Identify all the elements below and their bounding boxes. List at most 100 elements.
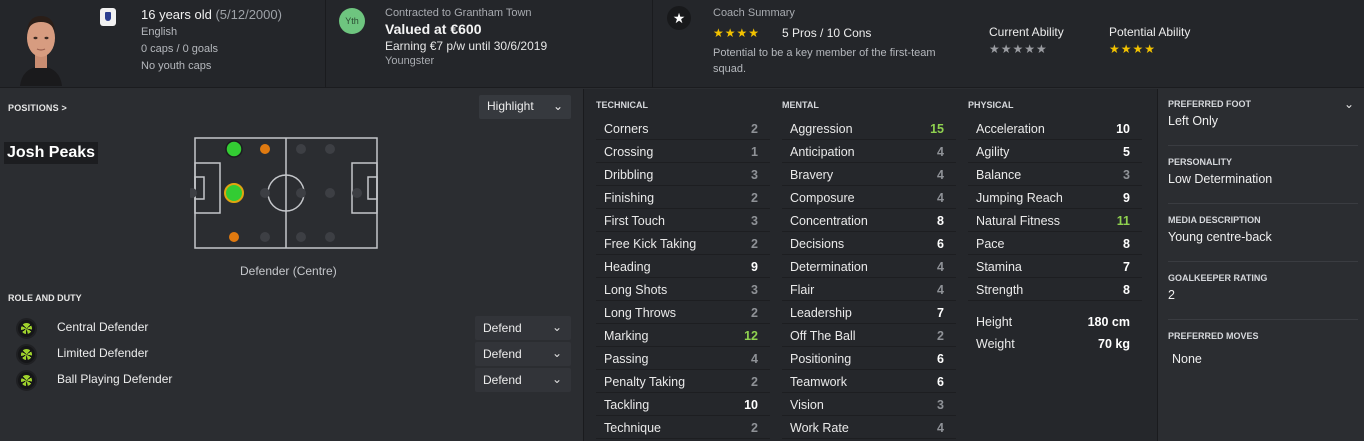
attribute-row[interactable]: Stamina 7	[968, 255, 1142, 278]
attribute-row[interactable]: Teamwork 6	[782, 370, 956, 393]
potential-ability: Potential Ability ★★★★	[1109, 25, 1190, 56]
highlight-label: Highlight	[487, 99, 534, 113]
attribute-name: Corners	[604, 122, 649, 136]
attribute-name: Flair	[790, 283, 815, 297]
attribute-row[interactable]: Balance 3	[968, 163, 1142, 186]
media-description-block: MEDIA DESCRIPTION Young centre-back	[1168, 215, 1358, 244]
duty-dropdown[interactable]: Defend ⌄	[475, 368, 571, 392]
attribute-value: 3	[751, 214, 758, 228]
attribute-name: Balance	[976, 168, 1022, 182]
attribute-row[interactable]: Corners 2	[596, 117, 770, 140]
attribute-value: 3	[937, 398, 944, 412]
role-row[interactable]: Limited Defender Defend ⌄	[0, 342, 582, 366]
current-ability-label: Current Ability	[989, 25, 1064, 39]
attribute-row[interactable]: First Touch 3	[596, 209, 770, 232]
personality-title: PERSONALITY	[1168, 157, 1233, 167]
attribute-name: Agility	[976, 145, 1010, 159]
attribute-row[interactable]: Finishing 2	[596, 186, 770, 209]
attribute-row[interactable]: Leadership 7	[782, 301, 956, 324]
attribute-name: Teamwork	[790, 375, 847, 389]
duty-dropdown[interactable]: Defend ⌄	[475, 342, 571, 366]
duty-dropdown[interactable]: Defend ⌄	[475, 316, 571, 340]
attribute-row[interactable]: Flair 4	[782, 278, 956, 301]
attribute-name: Leadership	[790, 306, 852, 320]
attribute-name: Composure	[790, 191, 855, 205]
potential-ability-stars-icon: ★★★★	[1109, 42, 1157, 56]
attribute-value: 6	[937, 237, 944, 251]
attribute-row[interactable]: Strength 8	[968, 278, 1142, 301]
coach-summary[interactable]: Coach Summary ★★★★ 5 Pros / 10 Cons Pote…	[713, 7, 953, 77]
attribute-row[interactable]: Long Throws 2	[596, 301, 770, 324]
attribute-row[interactable]: Tackling 10	[596, 393, 770, 416]
attribute-row[interactable]: Work Rate 4	[782, 416, 956, 439]
attribute-value: 6	[937, 375, 944, 389]
preferred-foot-block: PREFERRED FOOT Left Only	[1168, 99, 1358, 128]
attribute-row[interactable]: Long Shots 3	[596, 278, 770, 301]
role-name: Ball Playing Defender	[57, 372, 173, 386]
height-label: Height	[976, 315, 1013, 329]
attribute-row[interactable]: Positioning 6	[782, 347, 956, 370]
attribute-name: Marking	[604, 329, 649, 343]
current-ability-stars-icon: ★★★★★	[989, 42, 1048, 56]
attribute-name: Pace	[976, 237, 1005, 251]
preferred-foot-title: PREFERRED FOOT	[1168, 99, 1252, 109]
player-youth-caps: No youth caps	[141, 60, 212, 72]
attribute-value: 12	[744, 329, 758, 343]
attribute-row[interactable]: Determination 4	[782, 255, 956, 278]
attribute-row[interactable]: Agility 5	[968, 140, 1142, 163]
attribute-row[interactable]: Penalty Taking 2	[596, 370, 770, 393]
attribute-row[interactable]: Marking 12	[596, 324, 770, 347]
attribute-row[interactable]: Decisions 6	[782, 232, 956, 255]
attributes-panel: TECHNICAL Corners 2 Crossing 1 Dribbling 3 Fin…	[583, 89, 1157, 441]
chevron-down-icon: ⌄	[551, 346, 562, 360]
contract-club[interactable]: Contracted to Grantham Town	[385, 7, 547, 19]
highlight-dropdown[interactable]: Highlight ⌄	[479, 95, 571, 119]
weight-row: Weight 70 kg	[968, 332, 1142, 355]
goalkeeper-rating-title: GOALKEEPER RATING	[1168, 273, 1268, 283]
attribute-row[interactable]: Off The Ball 2	[782, 324, 956, 347]
attribute-name: Finishing	[604, 191, 655, 205]
preferred-moves-block: PREFERRED MOVES None	[1168, 331, 1358, 366]
attribute-row[interactable]: Concentration 8	[782, 209, 956, 232]
role-rating-icon	[16, 318, 37, 339]
attribute-name: Penalty Taking	[604, 375, 686, 389]
attribute-row[interactable]: Heading 9	[596, 255, 770, 278]
pros-cons: 5 Pros / 10 Cons	[782, 26, 872, 40]
role-name: Limited Defender	[57, 346, 149, 360]
attribute-row[interactable]: Dribbling 3	[596, 163, 770, 186]
attribute-row[interactable]: Bravery 4	[782, 163, 956, 186]
attribute-row[interactable]: Natural Fitness 11	[968, 209, 1142, 232]
attribute-row[interactable]: Jumping Reach 9	[968, 186, 1142, 209]
attribute-row[interactable]: Vision 3	[782, 393, 956, 416]
attribute-row[interactable]: Pace 8	[968, 232, 1142, 255]
attribute-value: 4	[937, 421, 944, 435]
attribute-name: Dribbling	[604, 168, 654, 182]
attribute-name: Jumping Reach	[976, 191, 1063, 205]
attribute-row[interactable]: Technique 2	[596, 416, 770, 439]
player-dob: (5/12/2000)	[215, 7, 282, 22]
attribute-row[interactable]: Acceleration 10	[968, 117, 1142, 140]
attribute-row[interactable]: Free Kick Taking 2	[596, 232, 770, 255]
attribute-value: 7	[1123, 260, 1130, 274]
role-row[interactable]: Ball Playing Defender Defend ⌄	[0, 368, 582, 392]
attribute-row[interactable]: Passing 4	[596, 347, 770, 370]
goalkeeper-rating-block: GOALKEEPER RATING 2	[1168, 273, 1358, 302]
height-row: Height 180 cm	[968, 310, 1142, 333]
attribute-row[interactable]: Composure 4	[782, 186, 956, 209]
contract-info[interactable]: Contracted to Grantham Town Valued at €6…	[385, 7, 547, 67]
attribute-name: Crossing	[604, 145, 654, 159]
role-row[interactable]: Central Defender Defend ⌄	[0, 316, 582, 340]
star-icon: ★	[667, 6, 691, 30]
role-rating-icon	[16, 344, 37, 365]
attribute-value: 5	[1123, 145, 1130, 159]
preferred-moves-title: PREFERRED MOVES	[1168, 331, 1259, 341]
attribute-row[interactable]: Anticipation 4	[782, 140, 956, 163]
coach-stars-icon: ★★★★	[713, 26, 761, 40]
attribute-row[interactable]: Crossing 1	[596, 140, 770, 163]
positions-link[interactable]: POSITIONS >	[8, 103, 67, 113]
technical-title: TECHNICAL	[596, 100, 648, 110]
attribute-name: Bravery	[790, 168, 834, 182]
chevron-down-icon: ⌄	[551, 372, 562, 386]
attribute-row[interactable]: Aggression 15	[782, 117, 956, 140]
selected-position-marker	[224, 183, 244, 203]
